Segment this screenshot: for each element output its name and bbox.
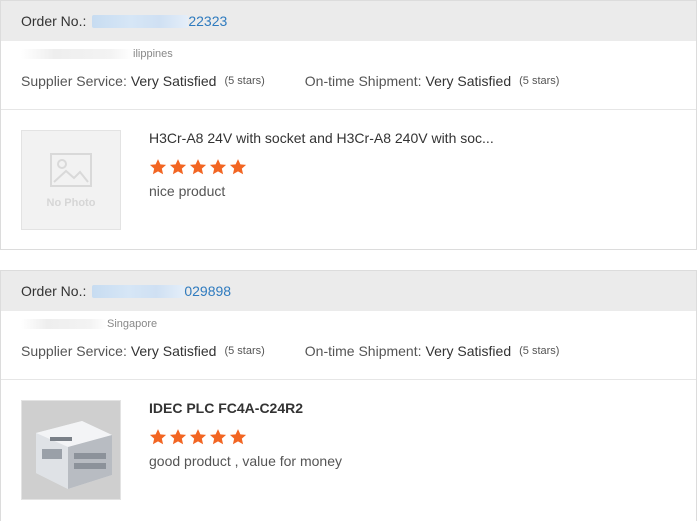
shipment-rating: On-time Shipment: Very Satisfied (5 star…: [305, 73, 560, 89]
order-number-blurred: [92, 284, 185, 298]
order-number-blurred: [92, 14, 189, 28]
review-text: good product , value for money: [149, 453, 343, 469]
shipment-stars: (5 stars): [519, 75, 560, 87]
location-blurred: [21, 319, 107, 329]
shipment-stars: (5 stars): [519, 345, 560, 357]
product-review: No Photo H3Cr-A8 24V with socket and H3C…: [1, 110, 696, 230]
star-icon: [209, 159, 227, 175]
product-title[interactable]: IDEC PLC FC4A-C24R2: [149, 400, 342, 418]
product-info: H3Cr-A8 24V with socket and H3Cr-A8 240V…: [149, 130, 494, 230]
star-icon: [229, 429, 247, 445]
star-icon: [189, 159, 207, 175]
shipment-label: On-time Shipment:: [304, 73, 422, 89]
order-header: Order No.: 029898: [1, 271, 696, 311]
order-card: Order No.: 22323 ilippines Supplier Serv…: [0, 0, 697, 250]
product-thumbnail[interactable]: [21, 400, 121, 500]
star-icon: [209, 429, 227, 445]
supplier-service-stars: (5 stars): [224, 345, 265, 357]
star-icon: [229, 159, 247, 175]
product-info: IDEC PLC FC4A-C24R2 good product , value…: [149, 400, 342, 500]
order-number[interactable]: 029898: [184, 283, 231, 299]
location-text: Singapore: [107, 318, 158, 330]
star-icon: [189, 429, 207, 445]
star-icon: [149, 429, 167, 445]
order-label: Order No.:: [21, 283, 87, 299]
supplier-service-value: Very Satisfied: [130, 73, 217, 89]
order-number[interactable]: 22323: [188, 13, 227, 29]
product-review: IDEC PLC FC4A-C24R2 good product , value…: [1, 380, 696, 500]
star-icon: [169, 159, 187, 175]
supplier-service-stars: (5 stars): [224, 75, 265, 87]
supplier-service-rating: Supplier Service: Very Satisfied (5 star…: [21, 343, 265, 359]
image-placeholder-icon: [50, 153, 92, 187]
shipment-value: Very Satisfied: [425, 73, 512, 89]
star-icon: [149, 159, 167, 175]
order-header: Order No.: 22323: [1, 1, 696, 41]
star-rating: [149, 428, 342, 446]
supplier-service-rating: Supplier Service: Very Satisfied (5 star…: [21, 73, 265, 89]
product-title[interactable]: H3Cr-A8 24V with socket and H3Cr-A8 240V…: [149, 130, 494, 148]
shipment-label: On-time Shipment:: [304, 343, 422, 359]
supplier-service-value: Very Satisfied: [130, 343, 217, 359]
location-text: ilippines: [133, 48, 173, 60]
plc-product-image: [22, 401, 120, 499]
location-blurred: [21, 49, 133, 59]
shipment-value: Very Satisfied: [425, 343, 512, 359]
buyer-location: Singapore: [1, 311, 696, 337]
review-text: nice product: [149, 183, 226, 199]
ratings-row: Supplier Service: Very Satisfied (5 star…: [1, 337, 696, 365]
shipment-rating: On-time Shipment: Very Satisfied (5 star…: [305, 343, 560, 359]
no-photo-label: No Photo: [46, 197, 96, 209]
product-thumbnail[interactable]: No Photo: [21, 130, 121, 230]
ratings-row: Supplier Service: Very Satisfied (5 star…: [1, 67, 696, 95]
order-label: Order No.:: [21, 13, 87, 29]
buyer-location: ilippines: [1, 41, 696, 67]
supplier-service-label: Supplier Service:: [21, 343, 127, 359]
star-icon: [169, 429, 187, 445]
supplier-service-label: Supplier Service:: [21, 73, 127, 89]
star-rating: [149, 158, 494, 176]
order-card: Order No.: 029898 Singapore Supplier Ser…: [0, 270, 697, 521]
